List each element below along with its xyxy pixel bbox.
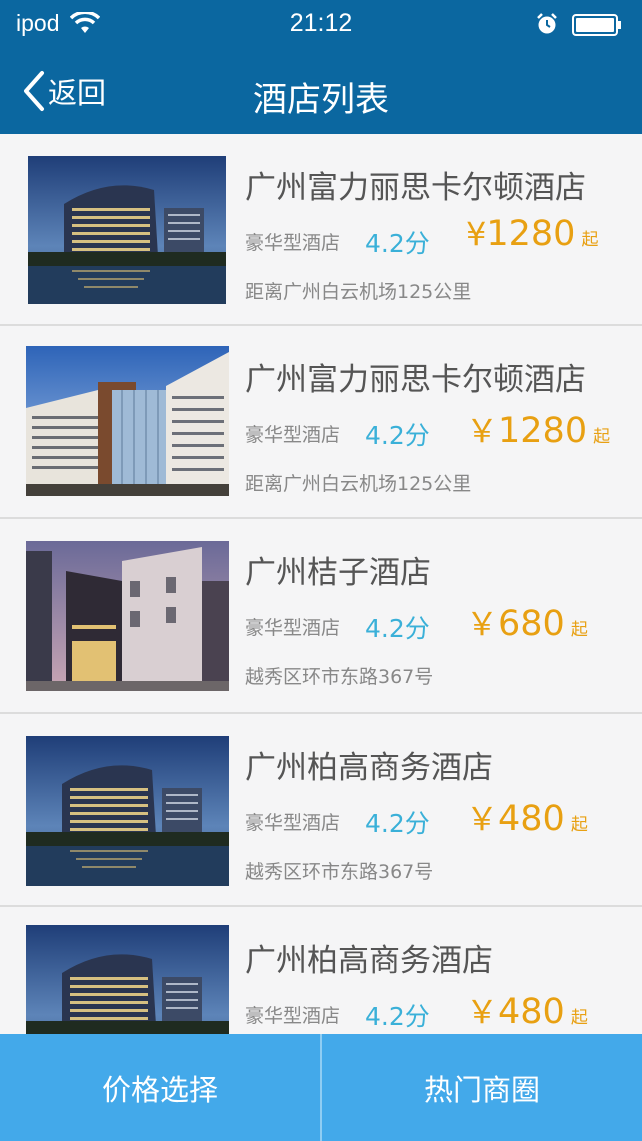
hotel-photo	[26, 541, 229, 691]
hotel-price: ￥480 起	[466, 987, 588, 1033]
price-currency: ￥	[466, 993, 499, 1031]
hotel-score: 4.2分	[365, 421, 430, 450]
hotel-type: 豪华型酒店	[245, 617, 341, 639]
hot-area-button[interactable]: 热门商圈	[322, 1034, 642, 1141]
hotel-score: 4.2分	[365, 809, 430, 838]
hotel-score: 4.2分	[365, 1002, 430, 1031]
hotel-address: 越秀区环市东路367号	[245, 861, 434, 883]
hotel-type: 豪华型酒店	[245, 232, 341, 254]
hotel-address: 越秀区环市东路367号	[245, 666, 434, 688]
hotel-photo	[26, 346, 229, 496]
hotel-list-item[interactable]: 广州柏高商务酒店 豪华型酒店 4.2分 ￥480 起 越秀区环市东路367号	[0, 714, 642, 907]
hotel-list-item[interactable]: 广州桔子酒店 豪华型酒店 4.2分 ￥680 起 越秀区环市东路367号	[0, 519, 642, 714]
battery-icon	[572, 14, 621, 36]
hotel-name: 广州富力丽思卡尔顿酒店	[245, 362, 586, 398]
hotel-name: 广州柏高商务酒店	[245, 943, 493, 979]
price-currency: ￥	[466, 605, 499, 643]
hotel-score: 4.2分	[365, 614, 430, 643]
hotel-name: 广州桔子酒店	[245, 555, 431, 591]
price-currency: ￥	[466, 412, 499, 450]
price-value: 1280	[486, 214, 576, 254]
alarm-icon	[537, 13, 557, 34]
price-suffix: 起	[581, 230, 599, 250]
price-suffix: 起	[570, 620, 588, 640]
hotel-price: ￥1280 起	[466, 406, 610, 452]
hotel-address: 距离广州白云机场125公里	[245, 473, 472, 495]
hotel-type: 豪华型酒店	[245, 812, 341, 834]
hotel-address: 距离广州白云机场125公里	[245, 281, 472, 303]
price-suffix: 起	[593, 427, 611, 447]
price-value: 1280	[498, 411, 588, 451]
hotel-name: 广州富力丽思卡尔顿酒店	[245, 170, 586, 206]
price-currency: ¥	[466, 215, 487, 253]
bottom-filter-bar: 价格选择 热门商圈	[0, 1034, 642, 1141]
page-title: 酒店列表	[253, 80, 389, 120]
status-bar: ipod 21:12	[0, 0, 642, 48]
hotel-list-item[interactable]: 广州富力丽思卡尔顿酒店 豪华型酒店 4.2分 ¥1280 起 距离广州白云机场12…	[0, 134, 642, 326]
price-value: 480	[498, 992, 565, 1032]
price-value: 480	[498, 799, 565, 839]
hotel-photo	[28, 156, 226, 304]
hotel-list-item[interactable]: 广州富力丽思卡尔顿酒店 豪华型酒店 4.2分 ￥1280 起 距离广州白云机场12…	[0, 326, 642, 519]
price-currency: ￥	[466, 800, 499, 838]
hotel-price: ￥680 起	[466, 599, 588, 645]
app-header: ipod 21:12 返回 酒店列表	[0, 0, 642, 134]
hotel-type: 豪华型酒店	[245, 424, 341, 446]
hotel-type: 豪华型酒店	[245, 1005, 341, 1027]
hotel-price: ¥1280 起	[466, 214, 598, 254]
hotel-name: 广州柏高商务酒店	[245, 750, 493, 786]
price-suffix: 起	[570, 1008, 588, 1028]
price-suffix: 起	[570, 815, 588, 835]
nav-bar: 返回 酒店列表	[0, 48, 642, 134]
hotel-photo	[26, 736, 229, 886]
hotel-price: ￥480 起	[466, 794, 588, 840]
price-filter-button[interactable]: 价格选择	[0, 1034, 320, 1141]
hotel-score: 4.2分	[365, 229, 430, 258]
price-value: 680	[498, 604, 565, 644]
